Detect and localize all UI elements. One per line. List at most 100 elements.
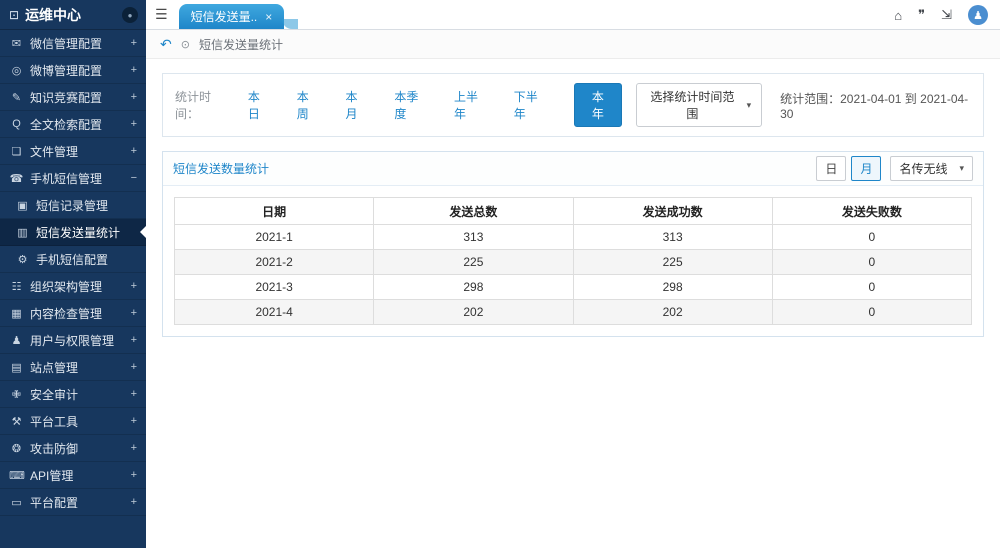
filter-option-this-year-button[interactable]: 本年 xyxy=(574,83,623,127)
table-cell: 0 xyxy=(772,300,971,325)
sidebar-item-sms-config[interactable]: ⚙手机短信配置 xyxy=(0,246,146,273)
sidebar-item-security-audit[interactable]: ✙安全审计+ xyxy=(0,381,146,408)
expander-icon: + xyxy=(127,118,137,130)
table-row: 2021-42022020 xyxy=(175,300,972,325)
record-icon: ▣ xyxy=(15,199,30,212)
filter-option-this-week[interactable]: 本周 xyxy=(297,88,319,122)
table-row: 2021-22252250 xyxy=(175,250,972,275)
channel-select-value: 名传无线 xyxy=(899,160,947,177)
target-icon: ⊙ xyxy=(181,38,190,51)
day-toggle-button[interactable]: 日 xyxy=(816,156,846,181)
stats-range-text: 统计范围：2021-04-01 到 2021-04-30 xyxy=(780,90,971,121)
sidebar-item-label: 用户与权限管理 xyxy=(30,332,127,349)
menu-toggle-icon[interactable]: ☰ xyxy=(146,6,179,23)
sidebar-item-weibo-config[interactable]: ◎微博管理配置+ xyxy=(0,57,146,84)
stats-panel: 短信发送数量统计 日 月 名传无线 ▾ 日期发送总数发送成功数发送失败数 202… xyxy=(162,151,984,337)
sidebar-toggle-icon[interactable]: ● xyxy=(122,7,138,23)
sidebar-item-label: 短信发送量统计 xyxy=(36,224,137,241)
expander-icon: + xyxy=(127,37,137,49)
sidebar-item-api-management[interactable]: ⌨API管理+ xyxy=(0,462,146,489)
sidebar-item-platform-tools[interactable]: ⚒平台工具+ xyxy=(0,408,146,435)
sidebar-item-users-permissions[interactable]: ♟用户与权限管理+ xyxy=(0,327,146,354)
expander-icon: + xyxy=(127,91,137,103)
sidebar-item-label: 手机短信管理 xyxy=(30,170,127,187)
expander-icon: + xyxy=(127,469,137,481)
sidebar-item-file-management[interactable]: ❏文件管理+ xyxy=(0,138,146,165)
sidebar-item-wechat-config[interactable]: ✉微信管理配置+ xyxy=(0,30,146,57)
channel-select[interactable]: 名传无线 ▾ xyxy=(890,156,973,181)
filter-bar: 统计时间： 本日本周本月本季度上半年下半年 本年 选择统计时间范围 ▾ 统计范围… xyxy=(162,73,984,137)
sidebar-item-site-management[interactable]: ▤站点管理+ xyxy=(0,354,146,381)
panel-controls: 日 月 名传无线 ▾ xyxy=(816,156,973,181)
sidebar-item-label: 知识竞赛配置 xyxy=(30,89,127,106)
table-row: 2021-13133130 xyxy=(175,225,972,250)
phone-icon: ☎ xyxy=(9,172,24,185)
home-icon[interactable]: ⌂ xyxy=(894,8,902,23)
expander-icon: + xyxy=(127,442,137,454)
filter-option-this-quarter[interactable]: 本季度 xyxy=(394,88,427,122)
tab-label: 短信发送量.. xyxy=(191,8,258,25)
table-cell: 225 xyxy=(374,250,573,275)
sidebar-item-label: 全文检索配置 xyxy=(30,116,127,133)
quick-links: 本日本周本月本季度上半年下半年 xyxy=(248,88,547,122)
table-header-cell: 发送成功数 xyxy=(573,198,772,225)
shield-icon: ✙ xyxy=(9,388,24,401)
sidebar-item-quiz-config[interactable]: ✎知识竞赛配置+ xyxy=(0,84,146,111)
filter-label: 统计时间： xyxy=(175,88,232,122)
filter-option-today[interactable]: 本日 xyxy=(248,88,270,122)
caret-down-icon: ▾ xyxy=(747,100,752,111)
sidebar-item-org-structure[interactable]: ☷组织架构管理+ xyxy=(0,273,146,300)
breadcrumb: ↶ ⊙ 短信发送量统计 xyxy=(146,30,1000,59)
expander-icon: + xyxy=(127,496,137,508)
content: 统计时间： 本日本周本月本季度上半年下半年 本年 选择统计时间范围 ▾ 统计范围… xyxy=(146,59,1000,548)
table-header-cell: 日期 xyxy=(175,198,374,225)
table-head: 日期发送总数发送成功数发送失败数 xyxy=(175,198,972,225)
tab-close-icon[interactable]: × xyxy=(265,10,272,24)
table-cell: 0 xyxy=(772,225,971,250)
back-icon[interactable]: ↶ xyxy=(160,36,172,53)
table-header-row: 日期发送总数发送成功数发送失败数 xyxy=(175,198,972,225)
grid-icon: ▦ xyxy=(9,307,24,320)
user-avatar[interactable]: ♟ xyxy=(968,5,988,25)
date-range-dropdown[interactable]: 选择统计时间范围 ▾ xyxy=(636,83,762,127)
month-toggle-button[interactable]: 月 xyxy=(851,156,881,181)
sidebar-item-platform-config[interactable]: ▭平台配置+ xyxy=(0,489,146,516)
table-cell: 298 xyxy=(573,275,772,300)
expander-icon: + xyxy=(127,388,137,400)
sidebar-item-sms-record-management[interactable]: ▣短信记录管理 xyxy=(0,192,146,219)
sidebar-item-label: 站点管理 xyxy=(30,359,127,376)
sidebar-item-attack-defense[interactable]: ❂攻击防御+ xyxy=(0,435,146,462)
api-icon: ⌨ xyxy=(9,469,24,482)
table-row: 2021-32982980 xyxy=(175,275,972,300)
table-cell: 298 xyxy=(374,275,573,300)
table-cell: 313 xyxy=(573,225,772,250)
comments-icon[interactable]: ❞ xyxy=(918,7,925,23)
sidebar-item-label: 微信管理配置 xyxy=(30,35,127,52)
sidebar-item-label: 手机短信配置 xyxy=(36,251,137,268)
file-icon: ❏ xyxy=(9,145,24,158)
table-cell: 2021-2 xyxy=(175,250,374,275)
filter-option-second-half-year[interactable]: 下半年 xyxy=(514,88,547,122)
sidebar-item-content-check[interactable]: ▦内容检查管理+ xyxy=(0,300,146,327)
tab-sms-volume-stats[interactable]: 短信发送量.. × xyxy=(179,4,285,29)
filter-option-first-half-year[interactable]: 上半年 xyxy=(454,88,487,122)
weibo-icon: ◎ xyxy=(9,64,24,77)
sidebar-item-label: 平台工具 xyxy=(30,413,127,430)
tab-tail-decoration xyxy=(282,19,298,29)
filter-option-this-month[interactable]: 本月 xyxy=(346,88,368,122)
expander-icon: + xyxy=(127,334,137,346)
table-header-cell: 发送失败数 xyxy=(772,198,971,225)
sidebar-item-sms-management[interactable]: ☎ 手机短信管理− xyxy=(0,165,146,192)
sidebar-menu: ✉微信管理配置+◎微博管理配置+✎知识竞赛配置+Q全文检索配置+ ❏ 文件管理 + ☎ 手… xyxy=(0,30,146,516)
expander-icon: − xyxy=(127,172,137,184)
brand-title: 运维中心 xyxy=(25,5,81,25)
table-cell: 313 xyxy=(374,225,573,250)
sidebar-item-label: 文件管理 xyxy=(30,143,127,160)
sidebar-item-fulltext-search-config[interactable]: Q全文检索配置+ xyxy=(0,111,146,138)
fullscreen-icon[interactable]: ⇲ xyxy=(941,7,952,23)
brand: ⊡ 运维中心 ● xyxy=(0,0,146,30)
defense-icon: ❂ xyxy=(9,442,24,455)
table-cell: 2021-4 xyxy=(175,300,374,325)
site-icon: ▤ xyxy=(9,361,24,374)
sidebar-item-sms-volume-stats[interactable]: ▥短信发送量统计 xyxy=(0,219,146,246)
